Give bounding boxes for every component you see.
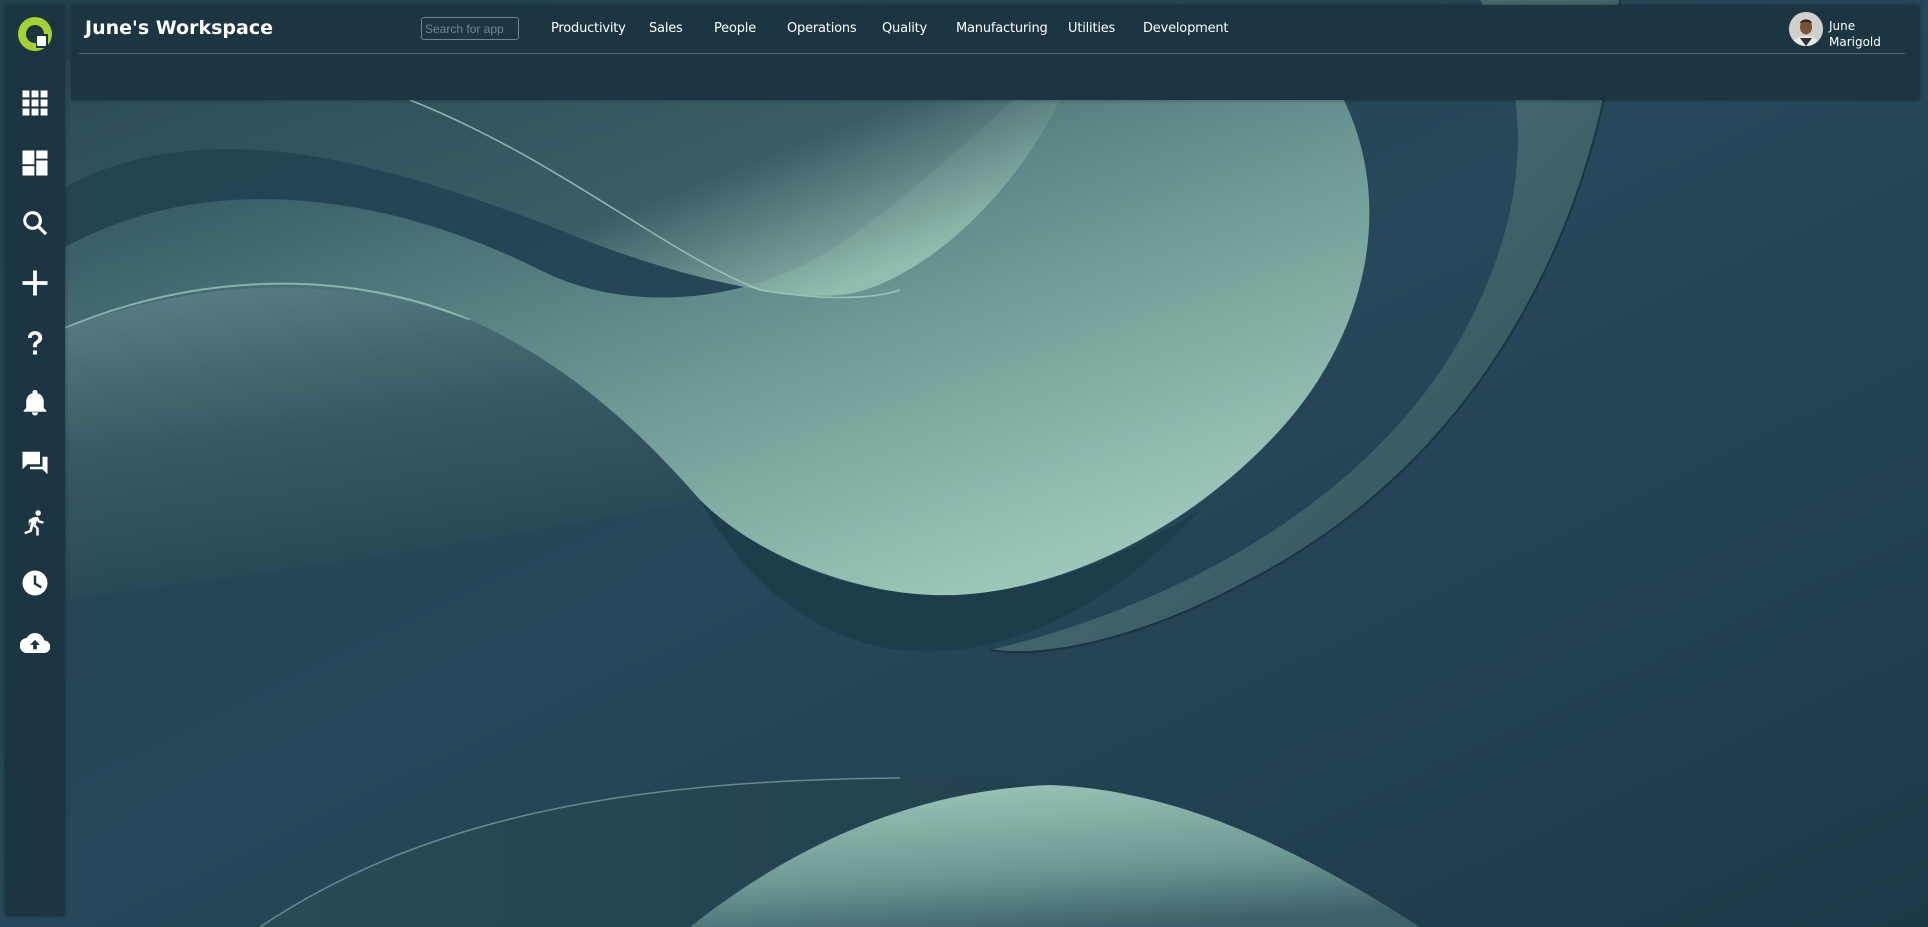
nav-item-operations[interactable]: Operations xyxy=(787,21,857,36)
user-name: June Marigold xyxy=(1829,18,1919,50)
help-icon[interactable] xyxy=(5,313,65,373)
search-icon[interactable] xyxy=(5,193,65,253)
user-first-name: June xyxy=(1829,19,1856,33)
user-menu[interactable]: June Marigold xyxy=(1789,12,1919,50)
running-person-icon[interactable] xyxy=(5,493,65,553)
clock-icon[interactable] xyxy=(5,553,65,613)
app-logo-icon[interactable] xyxy=(15,14,55,54)
dashboard-icon[interactable] xyxy=(5,133,65,193)
avatar xyxy=(1789,12,1823,46)
plus-icon[interactable] xyxy=(5,253,65,313)
nav-item-manufacturing[interactable]: Manufacturing xyxy=(956,21,1048,36)
sidebar-icons xyxy=(5,73,65,673)
nav-item-productivity[interactable]: Productivity xyxy=(551,21,626,36)
cloud-upload-icon[interactable] xyxy=(5,613,65,673)
desktop: June's Workspace Productivity Sales Peop… xyxy=(0,0,1928,927)
chat-icon[interactable] xyxy=(5,433,65,493)
nav-item-sales[interactable]: Sales xyxy=(649,21,683,36)
bell-icon[interactable] xyxy=(5,373,65,433)
top-bar: June's Workspace Productivity Sales Peop… xyxy=(71,5,1920,100)
app-search-input[interactable] xyxy=(421,17,519,40)
user-last-name: Marigold xyxy=(1829,35,1881,49)
nav-item-development[interactable]: Development xyxy=(1143,21,1229,36)
nav-item-people[interactable]: People xyxy=(714,21,756,36)
top-bar-divider xyxy=(79,53,1905,54)
nav-item-quality[interactable]: Quality xyxy=(882,21,927,36)
sidebar xyxy=(5,5,65,916)
apps-grid-icon[interactable] xyxy=(5,73,65,133)
workspace-title: June's Workspace xyxy=(85,17,273,39)
nav-item-utilities[interactable]: Utilities xyxy=(1068,21,1115,36)
wallpaper xyxy=(0,0,1928,927)
top-bar-row: June's Workspace Productivity Sales Peop… xyxy=(71,5,1920,53)
